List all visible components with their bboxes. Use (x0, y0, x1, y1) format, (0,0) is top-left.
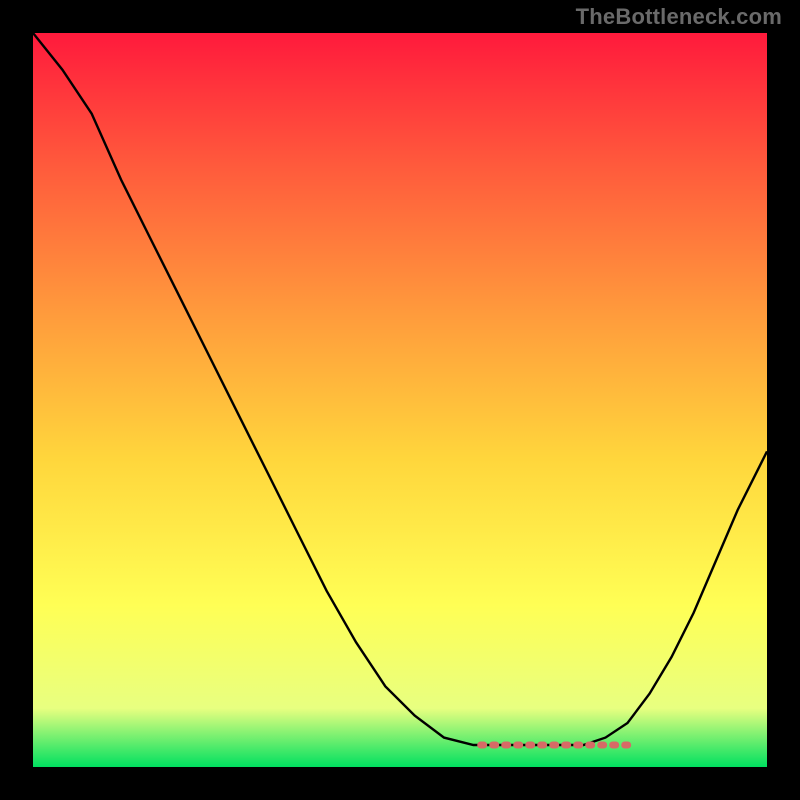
watermark-label: TheBottleneck.com (576, 4, 782, 30)
bottleneck-chart (33, 33, 767, 767)
gradient-background (33, 33, 767, 767)
plot-area (33, 33, 767, 767)
chart-frame: TheBottleneck.com (0, 0, 800, 800)
